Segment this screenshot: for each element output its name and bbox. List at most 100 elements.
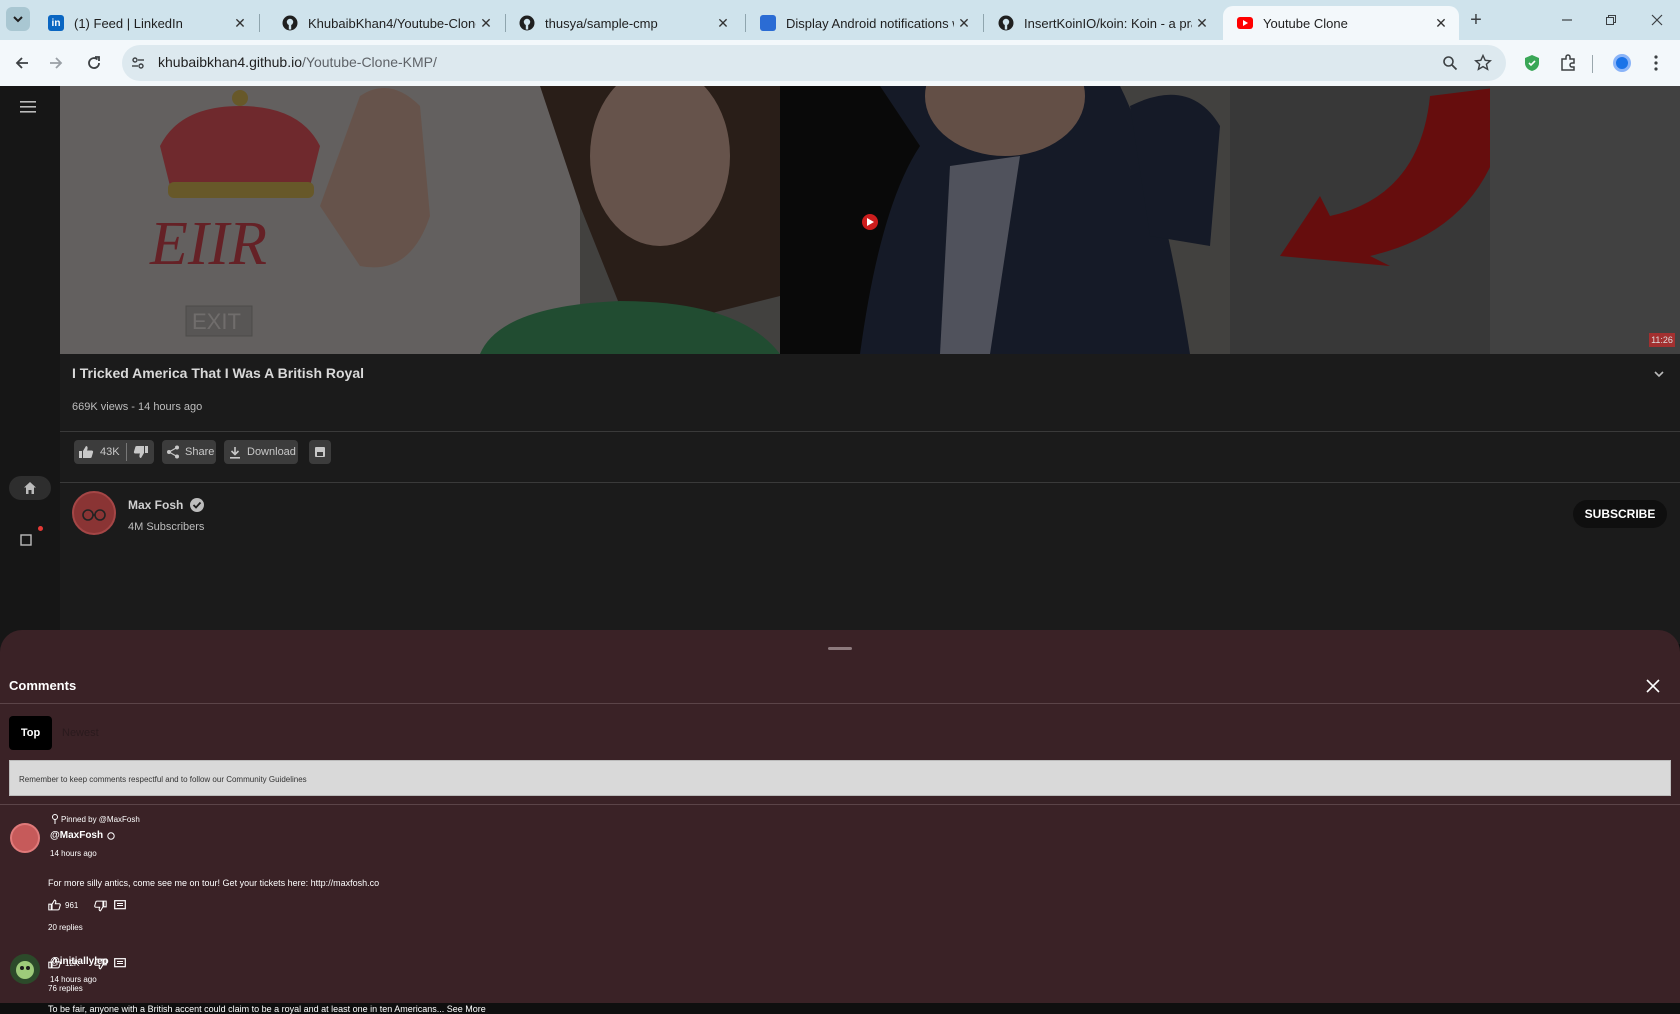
- share-icon: [167, 445, 179, 459]
- verified-badge-icon: [190, 498, 205, 512]
- save-icon: [315, 447, 325, 457]
- restore-button[interactable]: [1599, 10, 1623, 30]
- like-button[interactable]: 43K: [74, 440, 126, 464]
- shield-extension-button[interactable]: [1518, 49, 1546, 77]
- back-button[interactable]: [8, 49, 36, 77]
- url-host: khubaibkhan4.github.io: [158, 54, 303, 70]
- new-tab-button[interactable]: +: [1462, 8, 1490, 32]
- channel-avatar[interactable]: [72, 491, 116, 535]
- download-button[interactable]: Download: [224, 440, 298, 464]
- puzzle-icon: [1561, 54, 1575, 71]
- tab-title: InsertKoinIO/koin: Koin - a prag: [1024, 15, 1192, 31]
- video-thumbnail[interactable]: EIIR EXIT 11:26: [60, 86, 1680, 354]
- download-icon: [230, 446, 240, 459]
- channel-name-text: Max Fosh: [128, 498, 184, 512]
- comment-like-button[interactable]: 961: [48, 899, 78, 911]
- close-icon[interactable]: ✕: [1192, 15, 1212, 32]
- comment-avatar[interactable]: [10, 823, 40, 853]
- reply-icon[interactable]: [114, 900, 126, 911]
- shield-icon: [1525, 55, 1539, 71]
- toolbar-divider: [1592, 55, 1593, 73]
- replies-link[interactable]: 20 replies: [48, 923, 83, 932]
- site-icon: [760, 15, 776, 31]
- channel-name[interactable]: Max Fosh: [128, 497, 205, 513]
- bookmark-star-icon[interactable]: [1474, 54, 1492, 72]
- pin-icon: [52, 814, 58, 824]
- subscribe-button[interactable]: SUBSCRIBE: [1573, 500, 1667, 528]
- drag-handle[interactable]: [828, 647, 852, 650]
- nav-item-shorts[interactable]: [20, 526, 43, 552]
- comment-text: To be fair, anyone with a British accent…: [48, 1004, 486, 1014]
- forward-button[interactable]: [42, 49, 70, 77]
- save-button[interactable]: [309, 440, 331, 464]
- close-icon[interactable]: ✕: [1431, 15, 1451, 32]
- replies-link[interactable]: 76 replies: [48, 984, 83, 993]
- notification-dot: [38, 526, 43, 531]
- reply-icon[interactable]: [114, 958, 126, 969]
- thumbnail-image: EIIR EXIT: [60, 86, 1680, 354]
- tab-android-notifications[interactable]: Display Android notifications w ✕: [746, 6, 982, 40]
- reload-icon: [88, 56, 100, 69]
- chevron-down-icon[interactable]: [1653, 370, 1665, 380]
- comment-time: 14 hours ago: [50, 849, 97, 858]
- tab-linkedin[interactable]: in (1) Feed | LinkedIn ✕: [34, 6, 258, 40]
- reload-button[interactable]: [80, 49, 108, 77]
- nav-item-home[interactable]: [9, 476, 51, 500]
- github-icon: [998, 15, 1014, 31]
- comment-author-text: @MaxFosh: [50, 830, 104, 841]
- comment-time: 14 hours ago: [50, 975, 97, 984]
- close-window-button[interactable]: [1645, 10, 1669, 30]
- arrow-left-icon: [15, 57, 28, 69]
- close-icon[interactable]: ✕: [230, 15, 250, 32]
- comments-sheet: Comments Top Newest Remember to keep com…: [0, 630, 1680, 1014]
- share-button[interactable]: Share: [162, 440, 216, 464]
- guidelines-text: Remember to keep comments respectful and…: [19, 775, 307, 784]
- arrow-right-icon: [50, 57, 63, 69]
- duration-badge: 11:26: [1649, 333, 1675, 347]
- dislike-button[interactable]: [127, 440, 154, 464]
- browser-menu-button[interactable]: [1642, 49, 1670, 77]
- extensions-button[interactable]: [1554, 49, 1582, 77]
- minimize-button[interactable]: [1555, 10, 1579, 30]
- github-icon: [282, 15, 298, 31]
- menu-button[interactable]: [20, 100, 40, 116]
- close-icon[interactable]: ✕: [954, 15, 974, 32]
- browser-toolbar: khubaibkhan4.github.io/Youtube-Clone-KMP…: [0, 40, 1680, 86]
- close-icon[interactable]: ✕: [713, 15, 733, 32]
- close-icon[interactable]: ✕: [476, 15, 496, 32]
- thumbs-up-icon: [48, 957, 61, 969]
- thumbs-down-icon[interactable]: [94, 900, 107, 912]
- comment-like-count: 961: [65, 900, 79, 910]
- profile-button[interactable]: [1608, 49, 1636, 77]
- comment-like-count: 12K: [65, 958, 80, 968]
- url-text[interactable]: khubaibkhan4.github.io/Youtube-Clone-KMP…: [158, 54, 437, 70]
- video-info-panel: I Tricked America That I Was A British R…: [60, 354, 1680, 644]
- more-vert-icon: [1654, 55, 1658, 71]
- tab-koin[interactable]: InsertKoinIO/koin: Koin - a prag ✕: [984, 6, 1220, 40]
- browser-tab-strip: in (1) Feed | LinkedIn ✕ KhubaibKhan4/Yo…: [0, 0, 1680, 40]
- avatar-glasses-graphic: [82, 509, 106, 521]
- tab-search-button[interactable]: [6, 7, 30, 31]
- tab-newest[interactable]: Newest: [62, 727, 99, 739]
- tab-youtube-clone-repo[interactable]: KhubaibKhan4/Youtube-Clone- ✕: [268, 6, 504, 40]
- tab-sample-cmp[interactable]: thusya/sample-cmp ✕: [505, 6, 741, 40]
- thumbs-up-icon: [79, 446, 94, 458]
- url-path: /Youtube-Clone-KMP/: [302, 54, 437, 70]
- comment-2-action-row: 12K: [0, 955, 300, 975]
- download-label: Download: [247, 446, 296, 458]
- tab-youtube-clone[interactable]: Youtube Clone ✕: [1223, 6, 1459, 40]
- thumbs-down-icon: [133, 446, 148, 458]
- close-icon: [1651, 14, 1663, 26]
- video-meta: 669K views - 14 hours ago: [72, 401, 203, 413]
- linkedin-icon: in: [48, 15, 64, 31]
- comment-like-button[interactable]: 12K: [48, 957, 79, 969]
- minimize-icon: [1562, 19, 1572, 21]
- restore-icon: [1606, 15, 1616, 25]
- thumbs-down-icon[interactable]: [94, 958, 107, 970]
- tab-top[interactable]: Top: [9, 716, 52, 750]
- address-bar[interactable]: khubaibkhan4.github.io/Youtube-Clone-KMP…: [122, 45, 1506, 81]
- comment-author[interactable]: @MaxFosh: [50, 830, 115, 841]
- close-icon[interactable]: [1646, 679, 1660, 693]
- zoom-icon[interactable]: [1442, 55, 1458, 71]
- site-info-icon[interactable]: [130, 55, 146, 71]
